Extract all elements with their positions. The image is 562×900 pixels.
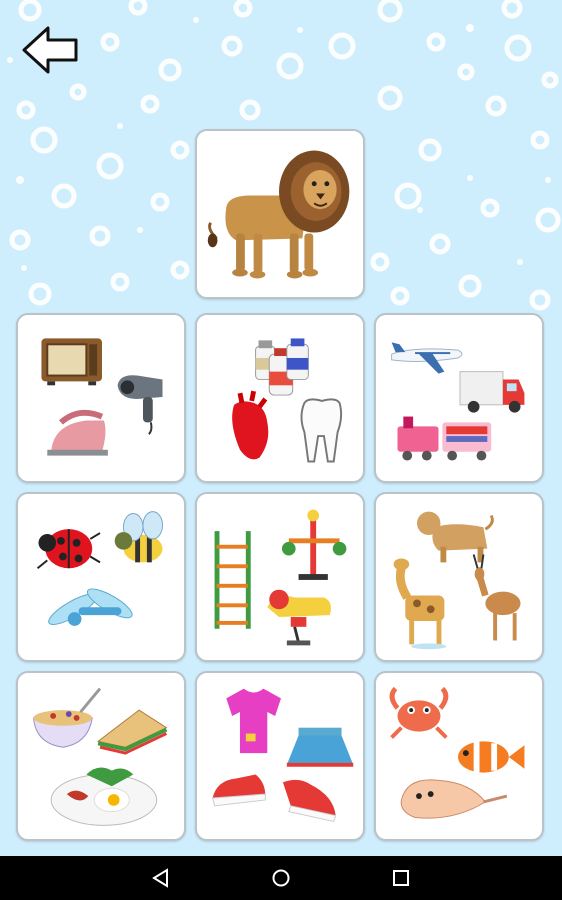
heart-image xyxy=(232,390,269,460)
category-card-transport[interactable] xyxy=(374,313,544,483)
category-card-clothes[interactable] xyxy=(195,671,365,841)
seashell-image xyxy=(400,779,508,819)
train-image xyxy=(397,416,492,461)
clownfish-image xyxy=(458,741,525,773)
ladybug-image xyxy=(36,529,101,569)
category-card-insects[interactable] xyxy=(16,492,186,662)
truck-image xyxy=(459,371,525,413)
nav-recents-icon[interactable] xyxy=(371,856,431,900)
nav-back-icon[interactable] xyxy=(130,856,190,900)
category-card-wild-animals[interactable] xyxy=(374,492,544,662)
antelope-image xyxy=(472,554,521,641)
featured-card-lion[interactable] xyxy=(195,129,365,299)
category-card-food[interactable] xyxy=(16,671,186,841)
bee-image xyxy=(114,511,164,563)
ladder-image xyxy=(214,531,251,629)
carousel-image xyxy=(281,509,347,580)
breakfast-plate-image xyxy=(50,767,158,826)
sneakers-image xyxy=(212,774,337,822)
category-card-playground[interactable] xyxy=(195,492,365,662)
lion-image xyxy=(207,150,350,279)
back-arrow-icon[interactable] xyxy=(20,24,80,76)
hair-dryer-image xyxy=(117,375,163,435)
category-card-body-health[interactable] xyxy=(195,313,365,483)
category-card-appliances[interactable] xyxy=(16,313,186,483)
sandwich-image xyxy=(96,709,168,755)
dragonfly-image xyxy=(48,588,133,626)
crab-image xyxy=(389,686,449,739)
cereal-bowl-image xyxy=(33,687,102,748)
airplane-image xyxy=(391,342,463,374)
category-card-sea-animals[interactable] xyxy=(374,671,544,841)
system-navigation-bar xyxy=(0,856,562,900)
microwave-image xyxy=(41,338,102,386)
tooth-image xyxy=(300,398,343,463)
nav-home-icon[interactable] xyxy=(251,856,311,900)
giraffe-image xyxy=(393,558,447,650)
spring-rider-image xyxy=(267,589,331,646)
t-shirt-image xyxy=(226,688,281,754)
skirt-image xyxy=(286,727,354,767)
lioness-image xyxy=(417,511,494,563)
medicine-bottles-image xyxy=(255,338,309,396)
iron-image xyxy=(47,409,108,456)
